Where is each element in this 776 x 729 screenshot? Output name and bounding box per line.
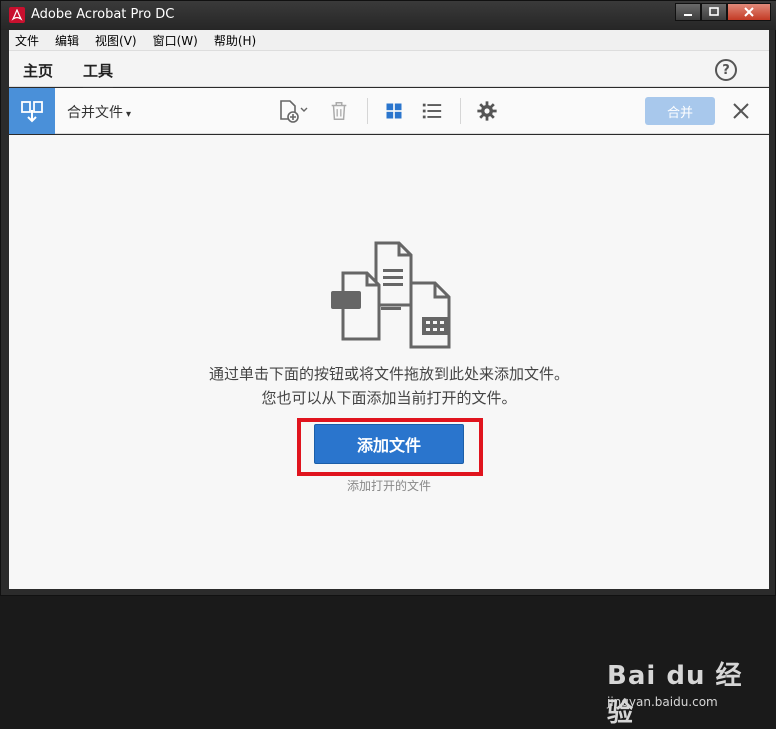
toolbar-separator bbox=[367, 98, 368, 124]
menu-window[interactable]: 窗口(W) bbox=[153, 32, 198, 49]
menu-view[interactable]: 视图(V) bbox=[95, 32, 137, 49]
close-icon[interactable] bbox=[729, 99, 753, 123]
add-open-files-link[interactable]: 添加打开的文件 bbox=[9, 477, 769, 494]
combine-files-icon bbox=[9, 88, 55, 134]
window-title: Adobe Acrobat Pro DC bbox=[31, 7, 175, 22]
title-bar: Adobe Acrobat Pro DC bbox=[1, 1, 776, 30]
tool-toolbar: 合并文件 ▾ 合并 bbox=[9, 88, 769, 134]
grid-view-icon[interactable] bbox=[382, 99, 406, 123]
watermark-brand: Bai du 经验 bbox=[607, 661, 743, 728]
gear-icon[interactable] bbox=[475, 99, 499, 123]
trash-icon[interactable] bbox=[327, 99, 351, 123]
help-icon[interactable]: ? bbox=[715, 59, 737, 81]
list-view-icon[interactable] bbox=[420, 99, 444, 123]
chevron-down-icon: ▾ bbox=[126, 109, 132, 120]
tool-name-label: 合并文件 bbox=[67, 105, 123, 121]
add-file-dropdown-icon[interactable] bbox=[277, 99, 311, 123]
baidu-watermark: Bai du 经验 jingyan.baidu.com bbox=[599, 647, 759, 728]
merge-button[interactable]: 合并 bbox=[645, 97, 715, 125]
add-files-button[interactable]: 添加文件 bbox=[314, 424, 464, 464]
drop-zone[interactable]: 通过单击下面的按钮或将文件拖放到此处来添加文件。 您也可以从下面添加当前打开的文… bbox=[9, 135, 769, 728]
menu-bar: 文件 编辑 视图(V) 窗口(W) 帮助(H) bbox=[9, 30, 769, 51]
tab-tools[interactable]: 工具 bbox=[83, 60, 114, 89]
tab-home[interactable]: 主页 bbox=[23, 60, 53, 81]
top-tabs: 主页 工具 ? bbox=[9, 51, 769, 89]
drop-instructions-line2: 您也可以从下面添加当前打开的文件。 bbox=[261, 389, 517, 407]
watermark-url: jingyan.baidu.com bbox=[607, 695, 718, 709]
minimize-button[interactable] bbox=[675, 3, 701, 21]
menu-file[interactable]: 文件 bbox=[15, 32, 39, 49]
menu-help[interactable]: 帮助(H) bbox=[214, 32, 256, 49]
drop-instructions-line1: 通过单击下面的按钮或将文件拖放到此处来添加文件。 bbox=[208, 365, 569, 383]
toolbar-separator bbox=[460, 98, 461, 124]
acrobat-logo-icon bbox=[9, 7, 25, 23]
maximize-button[interactable] bbox=[701, 3, 727, 21]
tool-name-dropdown[interactable]: 合并文件 ▾ bbox=[67, 102, 131, 122]
close-window-button[interactable] bbox=[727, 3, 771, 21]
app-window: Adobe Acrobat Pro DC 文件 编辑 视图(V) 窗口(W) 帮… bbox=[0, 0, 776, 728]
files-illustration-icon bbox=[331, 241, 451, 349]
menu-edit[interactable]: 编辑 bbox=[55, 32, 79, 49]
window-controls bbox=[675, 3, 771, 21]
